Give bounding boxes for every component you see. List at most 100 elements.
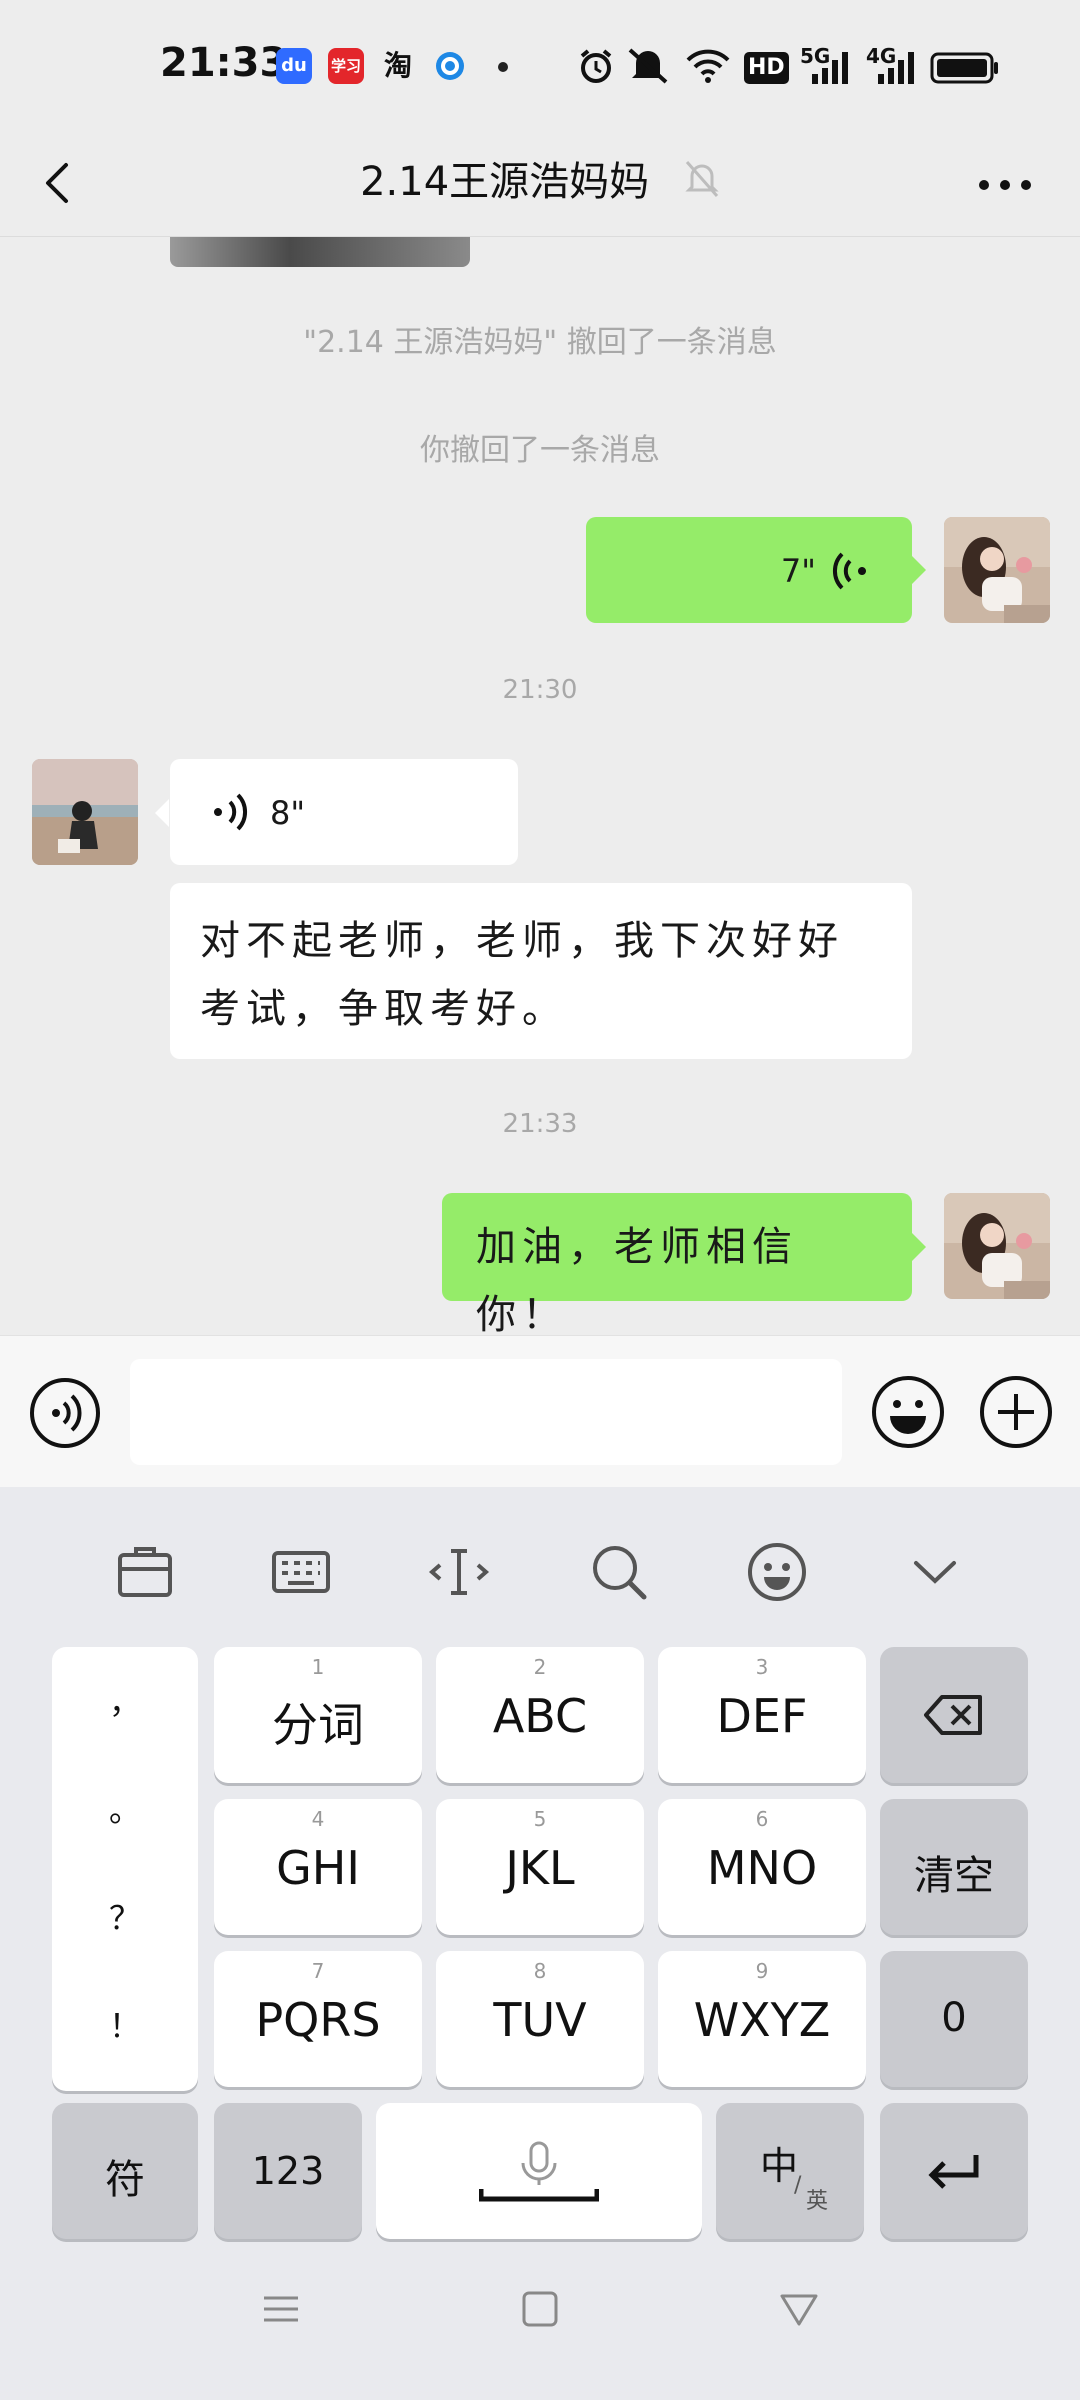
image-message-thumbnail[interactable] <box>170 237 470 267</box>
punctuation-column: ， 。 ？ ！ <box>52 1647 198 2091</box>
key-label: ABC <box>492 1689 588 1743</box>
system-nav-bar <box>0 2230 1080 2400</box>
language-switch-key[interactable]: 中 / 英 <box>716 2103 864 2239</box>
more-dots-icon <box>979 180 1031 190</box>
recall-notice-self: 你撤回了一条消息 <box>420 433 660 468</box>
space-voice-key[interactable] <box>376 2103 702 2239</box>
more-notifications-icon <box>498 62 508 72</box>
key-label: TUV <box>493 1993 587 2047</box>
key-label: 中 <box>760 2144 799 2188</box>
status-bar: 21:33 du 学习 淘 HD 5G 4G <box>0 0 1080 135</box>
key-3-def[interactable]: 3 DEF <box>658 1647 866 1783</box>
search-button[interactable] <box>584 1537 654 1607</box>
key-2-abc[interactable]: 2 ABC <box>436 1647 644 1783</box>
key-label: JKL <box>505 1841 575 1895</box>
smiley-icon <box>748 1543 806 1601</box>
clear-key[interactable]: 清空 <box>880 1799 1028 1935</box>
bubble-tail <box>912 556 926 584</box>
nav-menu-button[interactable] <box>246 2274 316 2344</box>
smiley-icon <box>872 1376 944 1448</box>
voice-input-button[interactable] <box>28 1376 102 1450</box>
more-options-button[interactable] <box>970 155 1040 215</box>
wifi-icon <box>686 48 730 88</box>
clipboard-button[interactable] <box>110 1537 180 1607</box>
slash-divider: / <box>794 2173 802 2198</box>
collapse-keyboard-button[interactable] <box>900 1537 970 1607</box>
nav-home-button[interactable] <box>505 2274 575 2344</box>
search-icon <box>593 1546 647 1600</box>
emoji-keyboard-button[interactable] <box>742 1537 812 1607</box>
muted-bell-icon <box>684 159 720 209</box>
punct-comma-key[interactable]: ， <box>52 1677 198 1723</box>
voice-wave-icon <box>214 793 248 831</box>
chat-title-row: 2.14王源浩妈妈 <box>0 149 1080 209</box>
number-mode-key[interactable]: 123 <box>214 2103 362 2239</box>
contact-avatar[interactable] <box>32 759 138 865</box>
symbol-key[interactable]: 符 <box>52 2103 198 2239</box>
key-label: GHI <box>276 1841 360 1895</box>
key-label: PQRS <box>255 1993 381 2047</box>
signal-1-icon <box>806 50 852 90</box>
key-5-jkl[interactable]: 5 JKL <box>436 1799 644 1935</box>
key-8-tuv[interactable]: 8 TUV <box>436 1951 644 2087</box>
zero-key[interactable]: 0 <box>880 1951 1028 2087</box>
nav-back-button[interactable] <box>764 2274 834 2344</box>
plus-circle-icon <box>980 1376 1052 1448</box>
outgoing-voice-message[interactable]: 7" <box>586 517 912 623</box>
battery-icon <box>930 52 1000 88</box>
emoji-button[interactable] <box>870 1374 946 1450</box>
chat-area[interactable]: "2.14 王源浩妈妈" 撤回了一条消息 你撤回了一条消息 7" 21:30 8… <box>0 237 1080 1335</box>
back-triangle-icon <box>780 2294 818 2326</box>
cursor-edit-button[interactable] <box>424 1537 494 1607</box>
backspace-key[interactable] <box>880 1647 1028 1783</box>
enter-icon <box>928 2155 979 2189</box>
key-number: 8 <box>533 1959 547 1983</box>
chevron-down-icon <box>914 1561 956 1584</box>
microphone-icon <box>479 2141 599 2202</box>
hd-badge: HD <box>744 52 789 84</box>
punct-exclaim-key[interactable]: ！ <box>52 2001 198 2047</box>
incoming-voice-message[interactable]: 8" <box>170 759 518 865</box>
self-avatar[interactable] <box>944 1193 1050 1299</box>
keyboard-switch-button[interactable] <box>266 1537 336 1607</box>
text-cursor-icon <box>428 1549 490 1595</box>
timestamp: 21:33 <box>502 1109 578 1139</box>
voice-duration: 8" <box>270 794 306 832</box>
browser-icon <box>432 48 468 84</box>
message-input[interactable] <box>130 1359 842 1465</box>
enter-key[interactable] <box>880 2103 1028 2239</box>
punct-question-key[interactable]: ？ <box>52 1893 198 1939</box>
baidu-icon: du <box>276 48 312 84</box>
key-4-ghi[interactable]: 4 GHI <box>214 1799 422 1935</box>
key-6-mno[interactable]: 6 MNO <box>658 1799 866 1935</box>
key-number: 7 <box>311 1959 325 1983</box>
key-sublabel: 英 <box>806 2189 829 2214</box>
bubble-tail <box>912 1233 926 1261</box>
voice-duration: 7" <box>780 552 816 590</box>
status-time: 21:33 <box>160 40 288 86</box>
punct-period-key[interactable]: 。 <box>52 1785 198 1831</box>
key-1-segment[interactable]: 1 分词 <box>214 1647 422 1783</box>
message-input-bar <box>0 1335 1080 1487</box>
more-functions-button[interactable] <box>978 1374 1054 1450</box>
key-label: 符 <box>105 2157 145 2203</box>
home-square-icon <box>522 2291 558 2327</box>
key-label: DEF <box>716 1689 808 1743</box>
self-avatar[interactable] <box>944 517 1050 623</box>
clipboard-icon <box>118 1547 172 1597</box>
key-7-pqrs[interactable]: 7 PQRS <box>214 1951 422 2087</box>
key-9-wxyz[interactable]: 9 WXYZ <box>658 1951 866 2087</box>
key-number: 6 <box>755 1807 769 1831</box>
voice-mode-icon <box>30 1378 100 1448</box>
recall-notice-other: "2.14 王源浩妈妈" 撤回了一条消息 <box>303 325 777 360</box>
key-label: 0 <box>941 1995 967 2041</box>
voice-wave-icon <box>832 552 866 590</box>
key-label: MNO <box>706 1841 818 1895</box>
key-label: 123 <box>251 2149 325 2193</box>
chat-title: 2.14王源浩妈妈 <box>360 159 650 205</box>
taobao-icon: 淘 <box>383 49 412 82</box>
menu-icon <box>264 2296 298 2322</box>
outgoing-text-message[interactable]: 加油，老师相信你！ <box>442 1193 912 1335</box>
incoming-text-message[interactable]: 对不起老师，老师，我下次好好考试，争取考好。 <box>170 883 912 1059</box>
chat-header: 2.14王源浩妈妈 <box>0 135 1080 237</box>
